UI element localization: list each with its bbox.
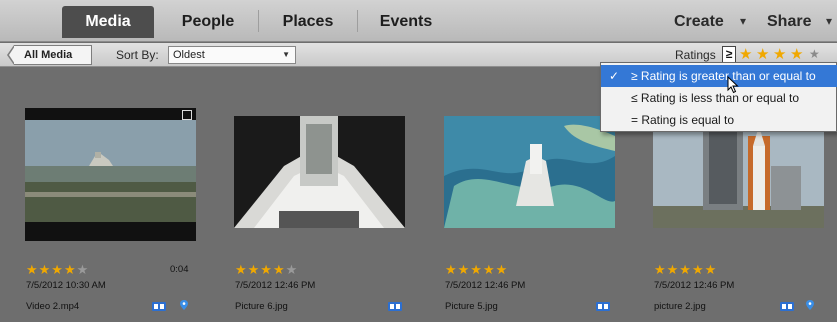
menu-item-label: ≥ Rating is greater than or equal to	[631, 69, 816, 83]
menu-item-label: = Rating is equal to	[631, 113, 735, 127]
media-rating-stars[interactable]: ★★★★★	[26, 262, 89, 278]
shuttle-photo	[234, 116, 405, 228]
video-frame	[25, 120, 196, 222]
mouse-cursor-icon	[727, 76, 739, 94]
rating-operator-menu: ✓ ≥ Rating is greater than or equal to ≤…	[600, 62, 837, 132]
share-menu[interactable]: Share	[767, 6, 811, 38]
media-rating-stars[interactable]: ★★★★★	[235, 262, 298, 278]
media-date: 7/5/2012 12:46 PM	[235, 280, 316, 291]
media-rating-stars[interactable]: ★★★★★	[445, 262, 508, 278]
all-media-button[interactable]: All Media	[7, 45, 92, 65]
rating-filter-star-1-icon[interactable]: ★	[739, 45, 752, 63]
tag-badge-icon[interactable]	[596, 302, 610, 311]
share-caret-icon[interactable]: ▾	[826, 6, 832, 38]
checkmark-icon: ✓	[609, 69, 620, 83]
media-thumbnail-photo[interactable]	[444, 116, 615, 228]
video-duration: 0:04	[170, 264, 189, 275]
rating-filter-star-4-icon[interactable]: ★	[790, 45, 803, 63]
create-caret-icon[interactable]: ▾	[740, 6, 746, 38]
menu-item-equal[interactable]: = Rating is equal to	[601, 109, 837, 131]
menu-item-less-or-equal[interactable]: ≤ Rating is less than or equal to	[601, 87, 837, 109]
rating-filter-star-5-icon[interactable]: ★	[809, 47, 820, 61]
media-date: 7/5/2012 12:46 PM	[445, 280, 526, 291]
menu-item-label: ≤ Rating is less than or equal to	[631, 91, 800, 105]
media-filename: Picture 5.jpg	[445, 301, 498, 312]
media-thumbnail-photo[interactable]	[653, 116, 824, 228]
media-filename: picture 2.jpg	[654, 301, 706, 312]
launch-pad-photo	[653, 116, 824, 228]
ratings-label: Ratings	[675, 48, 716, 62]
video-film-icon	[182, 110, 192, 120]
tag-badge-icon[interactable]	[152, 302, 166, 311]
sort-select[interactable]: Oldest ▼	[168, 46, 296, 64]
sort-by-label: Sort By:	[116, 48, 159, 62]
media-thumbnail-video[interactable]	[25, 108, 196, 241]
tab-divider	[258, 10, 259, 32]
tab-media[interactable]: Media	[62, 6, 154, 38]
chevron-down-icon: ▼	[282, 50, 290, 59]
top-nav-bar: Media People Places Events Create ▾ Shar…	[0, 0, 837, 42]
rating-operator-button[interactable]: ≥	[722, 46, 736, 63]
media-date: 7/5/2012 10:30 AM	[26, 280, 106, 291]
menu-item-greater-or-equal[interactable]: ✓ ≥ Rating is greater than or equal to	[601, 65, 837, 87]
shuttle-orbit-photo	[444, 116, 615, 228]
media-filename: Picture 6.jpg	[235, 301, 288, 312]
media-rating-stars[interactable]: ★★★★★	[654, 262, 717, 278]
sort-select-value: Oldest	[173, 49, 205, 61]
tab-events[interactable]: Events	[358, 6, 454, 38]
rating-filter-star-2-icon[interactable]: ★	[756, 45, 769, 63]
media-thumbnail-photo[interactable]	[234, 116, 405, 228]
tab-places[interactable]: Places	[260, 6, 356, 38]
media-date: 7/5/2012 12:46 PM	[654, 280, 735, 291]
tab-people[interactable]: People	[160, 6, 256, 38]
tag-badge-icon[interactable]	[780, 302, 794, 311]
rating-filter-star-3-icon[interactable]: ★	[773, 45, 786, 63]
tag-badge-icon[interactable]	[388, 302, 402, 311]
location-pin-icon[interactable]	[806, 300, 814, 310]
media-filename: Video 2.mp4	[26, 301, 80, 312]
location-pin-icon[interactable]	[180, 300, 188, 310]
create-menu[interactable]: Create	[674, 6, 724, 38]
